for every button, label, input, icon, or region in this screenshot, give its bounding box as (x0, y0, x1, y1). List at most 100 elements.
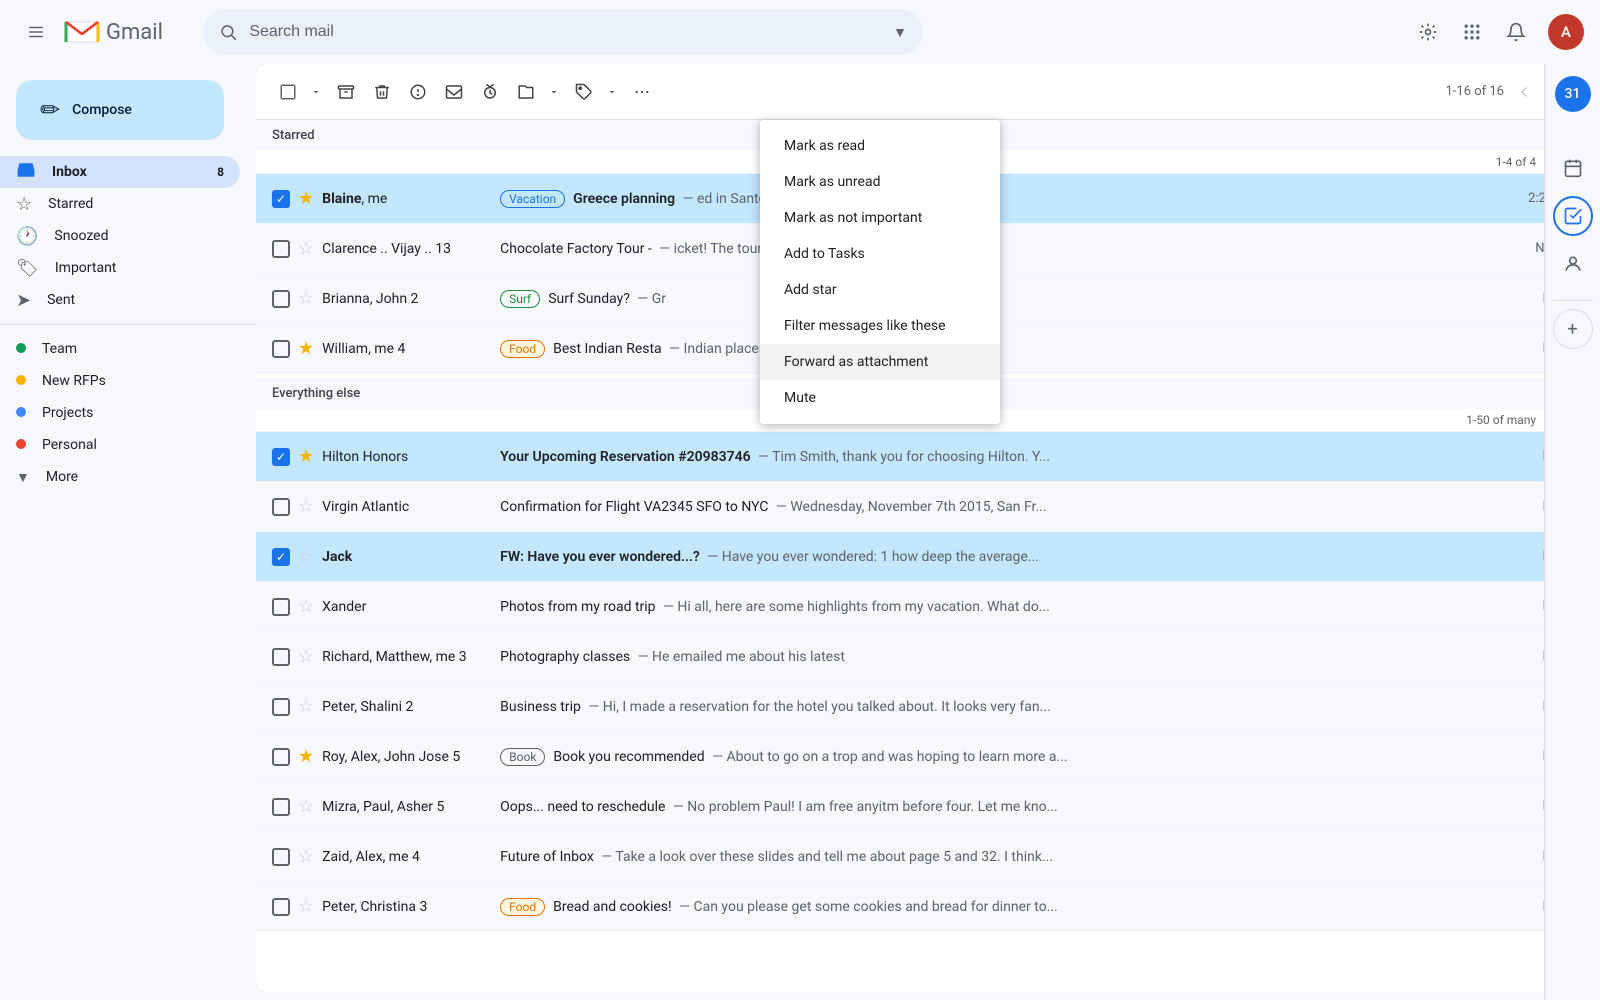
search-icon (219, 22, 237, 42)
sent-label: Sent (47, 292, 224, 308)
pager-prev-button[interactable] (1508, 76, 1540, 108)
sidebar-item-inbox[interactable]: Inbox 8 (0, 156, 240, 188)
star-toggle[interactable]: ☆ (298, 496, 314, 517)
star-toggle[interactable]: ☆ (298, 546, 314, 567)
email-checkbox[interactable] (272, 498, 290, 516)
email-row[interactable]: ☆ Richard, Matthew, me 3 Photography cla… (256, 632, 1592, 682)
star-toggle[interactable]: ★ (298, 746, 314, 767)
email-checkbox[interactable] (272, 290, 290, 308)
spam-button[interactable] (402, 76, 434, 108)
email-checkbox[interactable] (272, 240, 290, 258)
sidebar-item-new-rfps[interactable]: New RFPs (0, 365, 240, 397)
email-row[interactable]: ☆ Xander Photos from my road trip — Hi a… (256, 582, 1592, 632)
email-checkbox[interactable]: ✓ (272, 548, 290, 566)
star-toggle[interactable]: ☆ (298, 796, 314, 817)
pager-text: 1-16 of 16 (1445, 84, 1504, 99)
email-row[interactable]: ☆ Zaid, Alex, me 4 Future of Inbox — Tak… (256, 832, 1592, 882)
search-dropdown-icon[interactable]: ▼ (893, 24, 907, 41)
calendar-date-button[interactable]: 31 (1555, 76, 1591, 112)
new-rfps-label: New RFPs (42, 373, 224, 389)
email-row[interactable]: ☆ Peter, Shalini 2 Business trip — Hi, I… (256, 682, 1592, 732)
move-to-button[interactable] (510, 76, 542, 108)
star-toggle[interactable]: ☆ (298, 288, 314, 309)
email-row[interactable]: ✓ ★ Hilton Honors Your Upcoming Reservat… (256, 432, 1592, 482)
email-checkbox[interactable] (272, 648, 290, 666)
sidebar-item-sent[interactable]: ➤ Sent (0, 284, 240, 316)
email-checkbox[interactable] (272, 848, 290, 866)
label-button[interactable] (568, 76, 600, 108)
label-dropdown-button[interactable] (602, 76, 622, 108)
sidebar-item-snoozed[interactable]: 🕐 Snoozed (0, 220, 240, 252)
email-subject-preview: FW: Have you ever wondered...? — Have yo… (500, 549, 1508, 565)
select-all-checkbox[interactable] (272, 76, 304, 108)
sidebar-item-starred[interactable]: ☆ Starred (0, 188, 240, 220)
context-menu-filter-messages[interactable]: Filter messages like these (760, 308, 1000, 344)
email-row[interactable]: ☆ Virgin Atlantic Confirmation for Fligh… (256, 482, 1592, 532)
email-row[interactable]: ☆ Peter, Christina 3 Food Bread and cook… (256, 882, 1592, 932)
email-checkbox[interactable] (272, 598, 290, 616)
star-toggle[interactable]: ★ (298, 188, 314, 209)
search-input[interactable] (249, 23, 881, 41)
sidebar-item-projects[interactable]: Projects (0, 397, 240, 429)
sidebar-item-personal[interactable]: Personal (0, 429, 240, 461)
email-checkbox[interactable] (272, 748, 290, 766)
context-menu-add-star[interactable]: Add star (760, 272, 1000, 308)
sidebar-item-important[interactable]: 🏷 Important (0, 252, 240, 284)
personal-label: Personal (42, 437, 224, 453)
context-menu-add-tasks[interactable]: Add to Tasks (760, 236, 1000, 272)
email-row[interactable]: ★ Roy, Alex, John Jose 5 Book Book you r… (256, 732, 1592, 782)
compose-button[interactable]: ✏ Compose (16, 80, 224, 140)
star-toggle[interactable]: ☆ (298, 596, 314, 617)
email-tag-surf: Surf (500, 290, 540, 308)
star-toggle[interactable]: ☆ (298, 696, 314, 717)
email-preview: — Can you please get some cookies and br… (676, 899, 1058, 915)
context-menu-mark-not-important[interactable]: Mark as not important (760, 200, 1000, 236)
email-checkbox[interactable] (272, 898, 290, 916)
email-checkbox[interactable]: ✓ (272, 190, 290, 208)
email-subject-preview: Photography classes — He emailed me abou… (500, 649, 1508, 665)
email-subject-preview: Future of Inbox — Take a look over these… (500, 849, 1508, 865)
hamburger-menu-button[interactable] (16, 12, 56, 52)
notifications-button[interactable] (1496, 12, 1536, 52)
mark-read-button[interactable] (438, 76, 470, 108)
archive-button[interactable] (330, 76, 362, 108)
delete-button[interactable] (366, 76, 398, 108)
email-sender: William, me 4 (322, 341, 492, 357)
context-menu-mark-unread[interactable]: Mark as unread (760, 164, 1000, 200)
email-checkbox[interactable] (272, 340, 290, 358)
context-menu-forward-attachment[interactable]: Forward as attachment (760, 344, 1000, 380)
user-avatar[interactable]: A (1548, 14, 1584, 50)
contacts-icon-button[interactable] (1553, 244, 1593, 284)
email-preview: — Have you ever wondered: 1 how deep the… (704, 549, 1039, 565)
settings-button[interactable] (1408, 12, 1448, 52)
context-menu-mute[interactable]: Mute (760, 380, 1000, 416)
star-toggle[interactable]: ☆ (298, 646, 314, 667)
snooze-button[interactable] (474, 76, 506, 108)
email-subject-preview: Oops... need to reschedule — No problem … (500, 799, 1508, 815)
sidebar-item-team[interactable]: Team (0, 333, 240, 365)
email-subject: Oops... need to reschedule (500, 799, 665, 815)
email-sender: Roy, Alex, John Jose 5 (322, 749, 492, 765)
email-checkbox[interactable] (272, 798, 290, 816)
star-toggle[interactable]: ☆ (298, 896, 314, 917)
google-apps-button[interactable] (1452, 12, 1492, 52)
email-subject-preview: Bread and cookies! — Can you please get … (553, 899, 1508, 915)
star-toggle[interactable]: ★ (298, 338, 314, 359)
star-toggle[interactable]: ★ (298, 446, 314, 467)
move-dropdown-button[interactable] (544, 76, 564, 108)
more-actions-button[interactable] (626, 76, 658, 108)
email-preview: — Gr (634, 291, 666, 307)
email-row[interactable]: ☆ Mizra, Paul, Asher 5 Oops... need to r… (256, 782, 1592, 832)
tasks-icon-button[interactable] (1553, 196, 1593, 236)
sidebar-item-more[interactable]: ▼ More (0, 461, 240, 493)
star-toggle[interactable]: ☆ (298, 238, 314, 259)
context-menu-mark-read[interactable]: Mark as read (760, 128, 1000, 164)
star-toggle[interactable]: ☆ (298, 846, 314, 867)
calendar-icon-button[interactable] (1553, 148, 1593, 188)
email-row[interactable]: ✓ ☆ Jack FW: Have you ever wondered...? … (256, 532, 1592, 582)
personal-dot-icon (16, 437, 26, 453)
select-dropdown-button[interactable] (306, 76, 326, 108)
add-panel-button[interactable]: + (1553, 309, 1593, 349)
email-checkbox[interactable] (272, 698, 290, 716)
email-checkbox[interactable]: ✓ (272, 448, 290, 466)
